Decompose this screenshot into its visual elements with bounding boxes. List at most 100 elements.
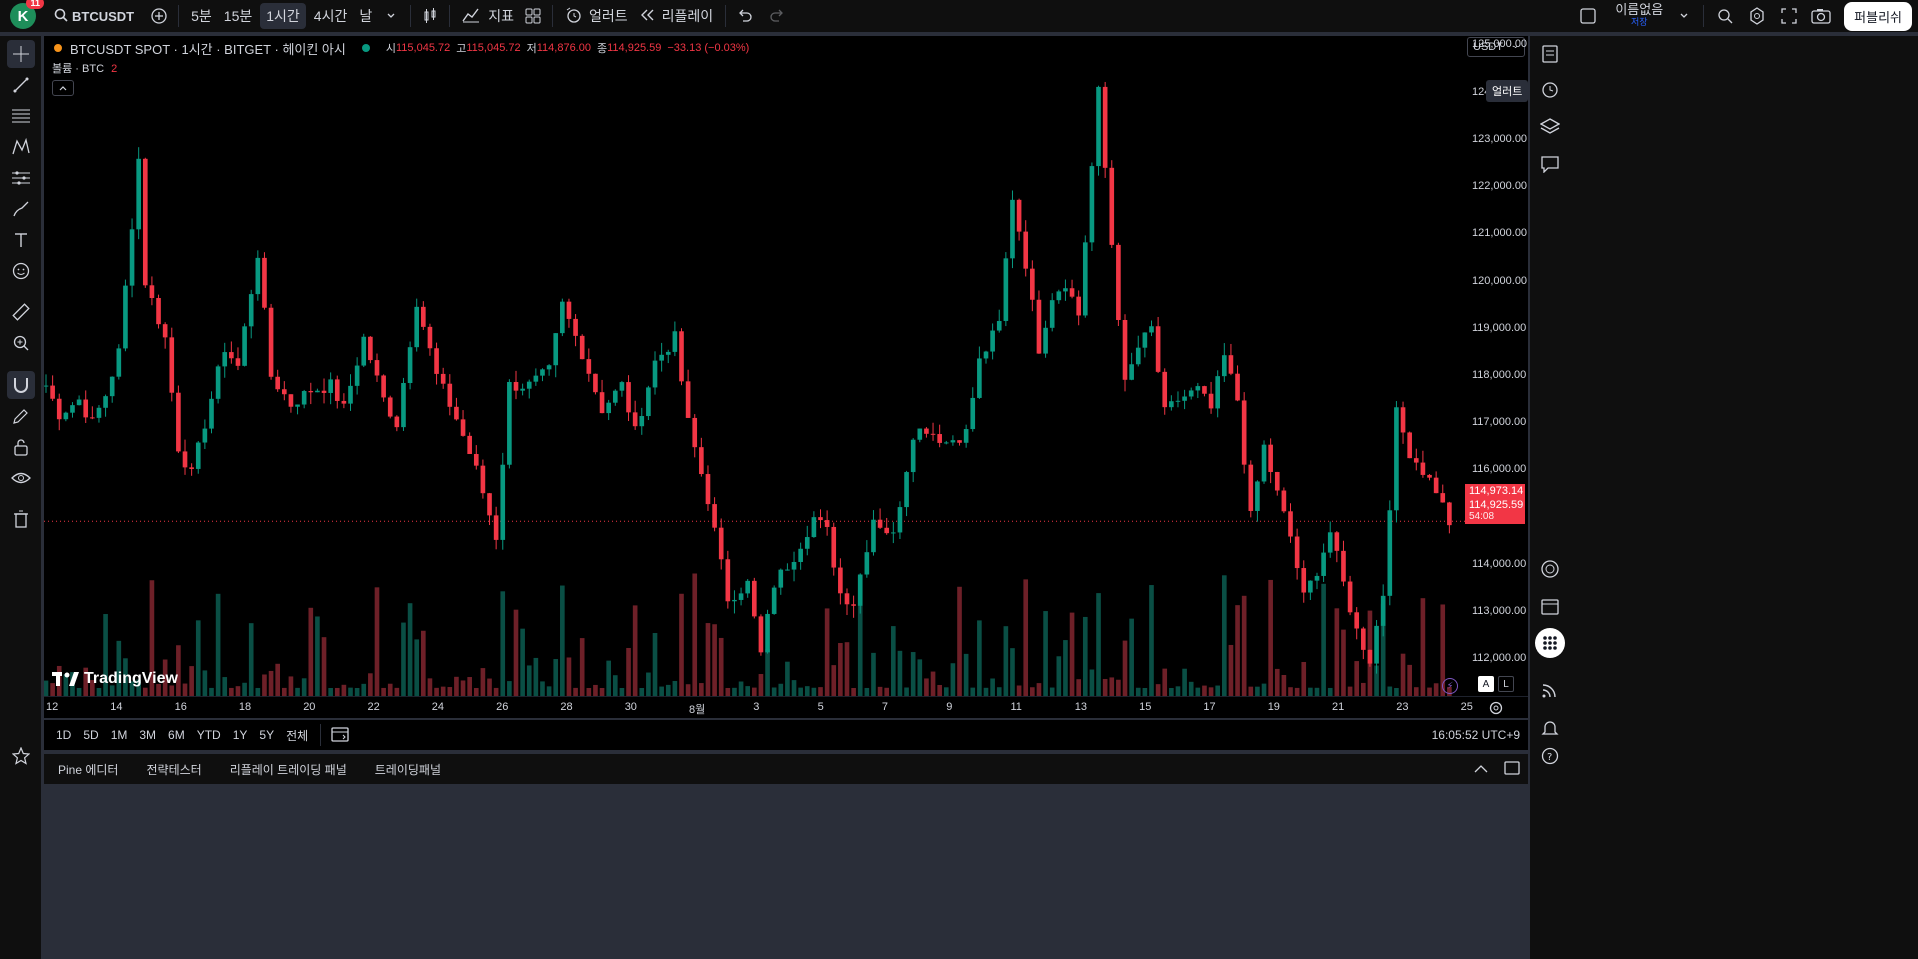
interval-1d[interactable]: 날 <box>353 0 378 33</box>
quick-search-icon[interactable] <box>1712 3 1738 29</box>
candle-body <box>209 398 214 429</box>
time-tick: 22 <box>367 701 380 713</box>
help-icon[interactable]: ? <box>1536 742 1564 770</box>
candle-body <box>222 352 228 367</box>
replay-button[interactable]: 리플레이 <box>634 0 720 33</box>
redo-icon[interactable] <box>764 3 790 29</box>
axis-settings-icon[interactable] <box>1488 700 1504 719</box>
tab-replay-trading-panel[interactable]: 리플레이 트레이딩 패널 <box>216 761 361 778</box>
maximize-panel-icon[interactable] <box>1504 760 1520 778</box>
candle-body <box>487 493 492 516</box>
candle-body <box>1413 458 1419 463</box>
chevron-up-icon[interactable] <box>1474 762 1488 776</box>
layout-name[interactable]: 이름없음 저장 <box>1615 2 1664 28</box>
pencil-lock-icon[interactable] <box>7 402 35 430</box>
magnet-icon[interactable] <box>7 371 35 399</box>
tab-strategy-tester[interactable]: 전략테스터 <box>132 761 215 778</box>
trash-icon[interactable] <box>7 505 35 533</box>
interval-1h[interactable]: 1시간 <box>260 3 306 29</box>
range-1m[interactable]: 1M <box>105 728 134 742</box>
interval-5m[interactable]: 5분 <box>185 0 218 33</box>
zoom-in-icon[interactable] <box>7 329 35 357</box>
eye-icon[interactable] <box>7 464 35 492</box>
chevron-down-icon[interactable] <box>378 3 404 29</box>
candle-body <box>566 301 572 319</box>
tab-pine-editor[interactable]: Pine 에디터 <box>44 761 132 778</box>
candle-body <box>725 559 731 602</box>
apps-grid-icon[interactable] <box>1535 628 1565 658</box>
alarm-clock-icon[interactable] <box>1536 75 1564 103</box>
volume-bar <box>593 684 598 696</box>
brush-icon[interactable] <box>7 195 35 223</box>
pattern-icon[interactable] <box>7 133 35 161</box>
range-5d[interactable]: 5D <box>77 728 104 742</box>
fib-retracement-icon[interactable] <box>7 102 35 130</box>
volume-bar <box>262 674 267 696</box>
range-all[interactable]: 전체 <box>280 727 314 744</box>
signal-icon[interactable] <box>1536 676 1564 704</box>
user-avatar[interactable]: K 11 <box>10 0 44 29</box>
volume-bar <box>1155 684 1161 696</box>
layout-name-label: 이름없음 <box>1615 2 1664 17</box>
tab-trading-panel[interactable]: 트레이딩패널 <box>361 761 455 778</box>
candle-body <box>70 405 75 413</box>
chart-pane[interactable] <box>44 36 1528 716</box>
emoji-icon[interactable] <box>7 257 35 285</box>
publish-button[interactable]: 퍼블리쉬 <box>1844 1 1912 31</box>
star-icon[interactable] <box>7 742 35 770</box>
compare-add-icon[interactable] <box>146 3 172 29</box>
volume-bar <box>195 620 201 696</box>
auto-scale-button[interactable]: A <box>1478 676 1494 692</box>
symbol-name: BTCUSDT <box>72 8 135 24</box>
crosshair-icon[interactable] <box>7 40 35 68</box>
layout-square-icon[interactable] <box>1575 3 1601 29</box>
templates-grid-icon[interactable] <box>520 3 546 29</box>
lock-icon[interactable] <box>7 433 35 461</box>
range-3m[interactable]: 3M <box>133 728 162 742</box>
clock-timezone[interactable]: 16:05:52 UTC+9 <box>1432 728 1520 742</box>
interval-4h[interactable]: 4시간 <box>308 0 354 33</box>
forecast-tools-icon[interactable] <box>7 164 35 192</box>
collapse-legend-button[interactable] <box>52 80 74 96</box>
range-5y[interactable]: 5Y <box>253 728 280 742</box>
volume-bar <box>851 688 856 696</box>
ruler-icon[interactable] <box>7 298 35 326</box>
camera-icon[interactable] <box>1808 3 1834 29</box>
text-tool-icon[interactable] <box>7 226 35 254</box>
candle-body <box>1069 288 1075 297</box>
alert-button[interactable]: 얼러트 <box>559 0 634 33</box>
candle-body <box>1374 625 1379 664</box>
chevron-down-icon[interactable] <box>1671 3 1697 29</box>
time-axis[interactable]: 12 14 16 18 20 22 24 26 28 30 8월 3 5 7 9 11 13 15 17 19 21 23… <box>44 696 1528 718</box>
volume-bar <box>235 686 241 696</box>
chat-icon[interactable] <box>1536 150 1564 178</box>
fullscreen-icon[interactable] <box>1776 3 1802 29</box>
candle-body <box>910 439 916 473</box>
goto-date-icon[interactable] <box>331 726 349 745</box>
price-value-a: 114,973.14 <box>1469 485 1524 497</box>
bell-icon[interactable] <box>1536 714 1564 742</box>
target-icon[interactable] <box>1536 555 1564 583</box>
range-1d[interactable]: 1D <box>50 728 77 742</box>
price-tick: 123,000.00 <box>1472 132 1528 145</box>
indicators-button[interactable]: 지표 <box>456 0 520 33</box>
lightning-icon[interactable]: ⚡ <box>1442 678 1458 694</box>
tradingview-logo[interactable]: TradingView <box>52 670 178 688</box>
watchlist-icon[interactable] <box>1536 40 1564 68</box>
undo-icon[interactable] <box>732 3 758 29</box>
volume-bar <box>917 659 923 696</box>
layers-icon[interactable] <box>1536 112 1564 140</box>
trend-line-icon[interactable] <box>7 71 35 99</box>
symbol-search[interactable]: BTCUSDT <box>48 0 140 33</box>
log-scale-button[interactable]: L <box>1498 676 1514 692</box>
interval-15m[interactable]: 15분 <box>218 0 258 33</box>
range-ytd[interactable]: YTD <box>191 728 227 742</box>
bottom-panel-tabs: Pine 에디터 전략테스터 리플레이 트레이딩 패널 트레이딩패널 <box>44 754 1528 784</box>
calendar-icon[interactable] <box>1536 592 1564 620</box>
settings-gear-icon[interactable] <box>1744 3 1770 29</box>
price-axis[interactable]: 125,000.00124,000.00123,000.00122,000.00… <box>1465 36 1528 716</box>
range-6m[interactable]: 6M <box>162 728 191 742</box>
candle-body <box>950 440 956 443</box>
candle-style-icon[interactable] <box>417 3 443 29</box>
range-1y[interactable]: 1Y <box>227 728 254 742</box>
